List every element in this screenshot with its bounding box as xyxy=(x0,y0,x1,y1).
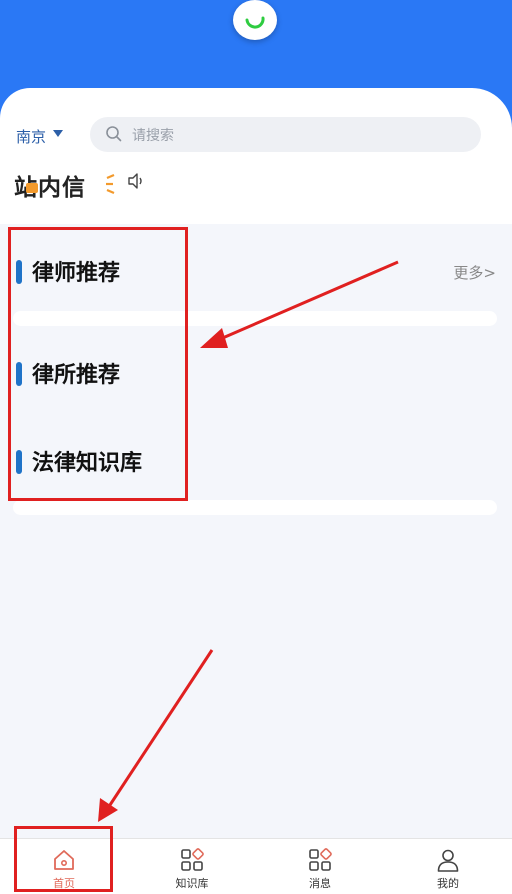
signal-mark-icon xyxy=(106,173,115,195)
tab-label: 知识库 xyxy=(175,877,209,890)
annotation-box-sections xyxy=(8,227,188,501)
tab-profile[interactable]: 我的 xyxy=(384,839,512,894)
search-input[interactable]: 请搜索 xyxy=(90,117,481,152)
annotation-box-home-tab xyxy=(14,826,113,892)
speaker-icon[interactable] xyxy=(126,172,146,190)
grid-icon xyxy=(309,848,332,871)
tab-messages[interactable]: 消息 xyxy=(256,839,384,894)
search-placeholder: 请搜索 xyxy=(132,128,174,144)
more-link[interactable]: 更多> xyxy=(453,262,496,283)
caret-down-icon[interactable] xyxy=(53,130,63,137)
tab-label: 消息 xyxy=(309,877,331,890)
grid-icon xyxy=(181,848,204,871)
tab-label: 我的 xyxy=(437,877,459,890)
tab-knowledge-base[interactable]: 知识库 xyxy=(128,839,256,894)
inbox-logo: 站内信 xyxy=(14,175,86,201)
envelope-icon xyxy=(26,183,38,193)
loading-spinner-icon xyxy=(233,0,277,40)
search-icon xyxy=(106,126,122,142)
knowledge-list-card[interactable] xyxy=(13,500,497,515)
city-selector[interactable]: 南京 xyxy=(16,126,46,147)
user-icon xyxy=(437,849,459,872)
